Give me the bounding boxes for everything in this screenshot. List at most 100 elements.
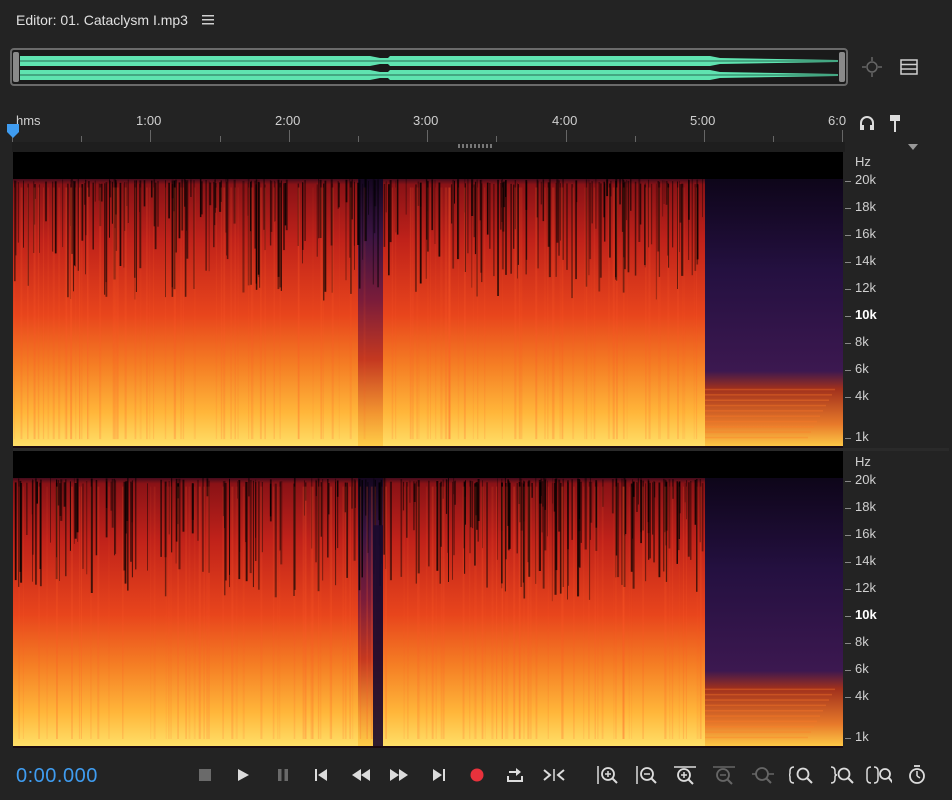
zoom-in-amplitude-button[interactable] xyxy=(594,764,620,786)
panel-menu-button[interactable] xyxy=(202,13,214,29)
skip-to-start-button[interactable] xyxy=(308,764,334,786)
frequency-label: 12k xyxy=(855,580,876,595)
play-button[interactable] xyxy=(230,764,256,786)
frequency-tick xyxy=(845,316,851,317)
frequency-unit-label: Hz xyxy=(855,454,871,469)
frequency-label: 20k xyxy=(855,172,876,187)
frequency-tick xyxy=(845,643,851,644)
zoom-in-left-button[interactable] xyxy=(789,764,815,786)
rewind-button[interactable] xyxy=(348,764,374,786)
spectrogram-channel-2[interactable] xyxy=(13,451,843,748)
zoom-both-button[interactable] xyxy=(866,764,892,786)
zoom-out-amplitude-icon xyxy=(636,766,657,784)
ruler-tick xyxy=(427,130,428,142)
record-button[interactable] xyxy=(464,764,490,786)
ruler-time-label: 6:0 xyxy=(828,113,847,128)
frequency-unit-label: Hz xyxy=(855,154,871,169)
zoom-in-selection-button[interactable] xyxy=(750,764,776,786)
add-marker-button[interactable] xyxy=(884,112,906,134)
frequency-label: 6k xyxy=(855,361,869,376)
ruler-time-label: 1:00 xyxy=(136,113,162,128)
fast-forward-button[interactable] xyxy=(386,764,412,786)
frequency-label: 4k xyxy=(855,688,869,703)
ruler-tick xyxy=(150,130,151,142)
zoom-in-time-button[interactable] xyxy=(672,764,698,786)
frequency-tick xyxy=(845,508,851,509)
ruler-tick xyxy=(842,130,843,142)
skip-to-end-button[interactable] xyxy=(426,764,452,786)
frequency-label: 18k xyxy=(855,199,876,214)
panel-title: Editor: 01. Cataclysm I.mp3 xyxy=(16,12,188,28)
overview-waveform-channel-1 xyxy=(20,56,838,66)
loop-icon xyxy=(507,768,523,782)
transport-bar: 0:00.000 xyxy=(0,752,952,800)
zoom-out-amplitude-button[interactable] xyxy=(633,764,659,786)
spectrogram-channel-1[interactable] xyxy=(13,152,843,448)
pause-button[interactable] xyxy=(270,764,296,786)
playhead-marker[interactable] xyxy=(6,123,20,139)
zoom-navigator-button[interactable] xyxy=(860,56,884,78)
hamburger-menu-icon xyxy=(202,15,214,25)
list-view-icon xyxy=(900,59,918,75)
zoom-both-icon xyxy=(866,766,892,784)
zoom-reset-icon xyxy=(909,765,925,784)
frequency-label: 8k xyxy=(855,634,869,649)
overview-right-handle[interactable] xyxy=(839,52,845,82)
zoom-out-full-button[interactable] xyxy=(711,764,737,786)
spectral-display-2 xyxy=(13,451,843,748)
zoom-right-icon xyxy=(830,766,854,784)
frequency-tick xyxy=(845,562,851,563)
ruler-tick xyxy=(704,130,705,142)
ruler-time-label: 5:00 xyxy=(690,113,716,128)
frequency-tick xyxy=(845,208,851,209)
frequency-scale-channel-2: Hz 20k 18k 16k 14k 12k 10k 8k 6k 4k 1k xyxy=(845,451,949,748)
panel-splitter[interactable] xyxy=(12,142,845,152)
loop-playback-button[interactable] xyxy=(502,764,528,786)
frequency-label: 16k xyxy=(855,526,876,541)
ruler-time-label: 3:00 xyxy=(413,113,439,128)
overview-left-handle[interactable] xyxy=(13,52,19,82)
stop-button[interactable] xyxy=(192,764,218,786)
frequency-tick xyxy=(845,481,851,482)
frequency-label: 6k xyxy=(855,661,869,676)
frequency-label: 10k xyxy=(855,307,877,322)
skip-selection-icon xyxy=(543,769,565,781)
splitter-grip-icon[interactable] xyxy=(458,144,492,148)
frequency-label: 1k xyxy=(855,729,869,744)
stop-icon xyxy=(199,769,211,781)
frequency-tick xyxy=(845,670,851,671)
frequency-tick xyxy=(845,397,851,398)
monitor-button[interactable] xyxy=(856,112,878,134)
frequency-scale-channel-1: Hz 20k 18k 16k 14k 12k 10k 8k 6k 4k 1k xyxy=(845,152,949,448)
pause-icon xyxy=(278,769,288,781)
frequency-tick xyxy=(845,438,851,439)
editor-panel-header: Editor: 01. Cataclysm I.mp3 xyxy=(0,0,952,42)
overview-waveform-channel-2 xyxy=(20,70,838,80)
skip-back-icon xyxy=(315,769,327,781)
view-options-button[interactable] xyxy=(898,56,920,78)
timeline-ruler[interactable]: hms 1:00 2:00 3:00 4:00 5:00 6:0 xyxy=(12,108,847,143)
current-time-display[interactable]: 0:00.000 xyxy=(16,765,98,788)
frequency-label: 10k xyxy=(855,607,877,622)
frequency-tick xyxy=(845,343,851,344)
overview-navigator[interactable] xyxy=(10,48,848,86)
marker-pin-icon xyxy=(890,115,900,132)
ruler-time-label: 4:00 xyxy=(552,113,578,128)
frequency-tick xyxy=(845,535,851,536)
frequency-tick xyxy=(845,235,851,236)
zoom-reset-button[interactable] xyxy=(904,764,930,786)
frequency-tick xyxy=(845,589,851,590)
skip-selection-button[interactable] xyxy=(541,764,567,786)
zoom-in-time-icon xyxy=(674,766,696,785)
skip-forward-icon xyxy=(433,769,445,781)
frequency-tick xyxy=(845,181,851,182)
zoom-target-icon xyxy=(862,57,882,77)
frequency-tick xyxy=(845,262,851,263)
zoom-in-right-button[interactable] xyxy=(829,764,855,786)
play-icon xyxy=(238,769,249,781)
headphones-icon xyxy=(860,116,874,130)
ruler-tick xyxy=(289,130,290,142)
frequency-tick xyxy=(845,370,851,371)
frequency-label: 20k xyxy=(855,472,876,487)
fast-forward-icon xyxy=(390,769,408,781)
